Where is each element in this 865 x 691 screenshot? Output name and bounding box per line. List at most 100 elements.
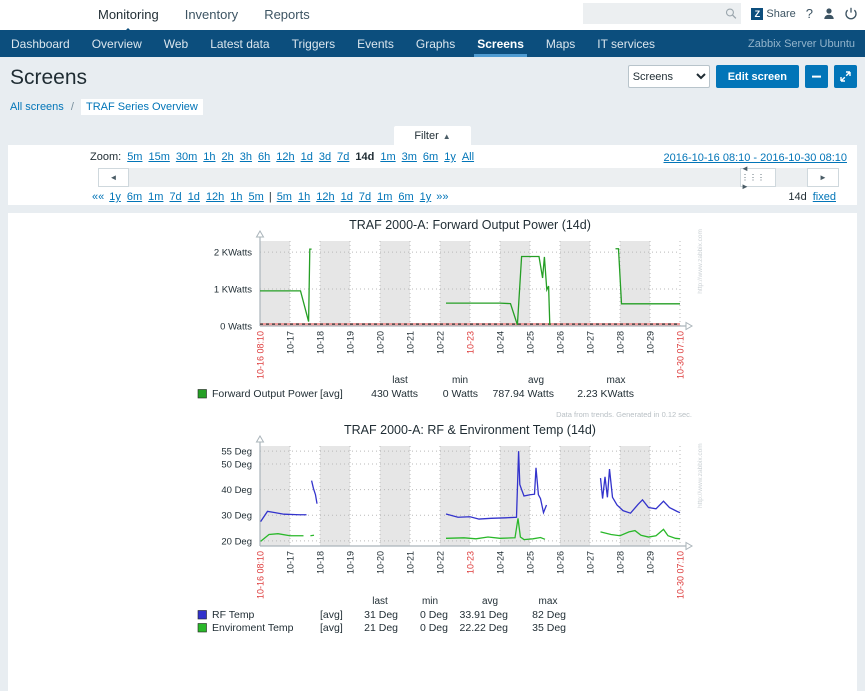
screens-select[interactable]: Screens [627, 65, 710, 88]
user-icon[interactable] [823, 7, 835, 20]
zoom-all[interactable]: All [462, 151, 474, 163]
svg-text:55 Deg: 55 Deg [221, 447, 252, 458]
graph-canvas-forward-output-power[interactable]: TRAF 2000-A: Forward Output Power (14d) 0… [8, 213, 857, 418]
zoom-3m[interactable]: 3m [402, 151, 417, 163]
svg-text:0 Deg: 0 Deg [420, 622, 448, 634]
breadcrumb-all-screens[interactable]: All screens [10, 101, 64, 113]
nav-back-1y[interactable]: 1y [109, 191, 121, 203]
svg-text:TRAF 2000-A: RF & Environment: TRAF 2000-A: RF & Environment Temp (14d) [344, 423, 596, 437]
slider-grip[interactable]: ◄ ⋮⋮⋮ ► [740, 164, 776, 191]
graph-forward-output-power[interactable]: TRAF 2000-A: Forward Output Power (14d) 0… [8, 213, 857, 418]
svg-text:787.94 Watts: 787.94 Watts [493, 388, 554, 400]
nav-it-services[interactable]: IT services [586, 30, 666, 57]
svg-text:Enviroment Temp: Enviroment Temp [212, 622, 294, 634]
share-button[interactable]: Z Share [751, 7, 796, 20]
edit-screen-button[interactable]: Edit screen [715, 65, 799, 88]
zoom-5m[interactable]: 5m [127, 151, 142, 163]
zoom-1y[interactable]: 1y [444, 151, 456, 163]
global-nav-reports[interactable]: Reports [262, 3, 312, 28]
zoom-3h[interactable]: 3h [240, 151, 252, 163]
nav-graphs[interactable]: Graphs [405, 30, 466, 57]
svg-text:TRAF 2000-A: Forward Output Po: TRAF 2000-A: Forward Output Power (14d) [349, 218, 591, 232]
nav-fwd-7d[interactable]: 7d [359, 191, 371, 203]
breadcrumb-current[interactable]: TRAF Series Overview [80, 99, 203, 115]
power-icon[interactable] [845, 7, 857, 20]
slider-left-handle[interactable]: ◄ [98, 168, 129, 187]
nav-fwd-1y[interactable]: 1y [420, 191, 432, 203]
svg-text:2 KWatts: 2 KWatts [214, 248, 252, 259]
help-icon[interactable]: ? [806, 7, 813, 20]
nav-first[interactable]: «« [92, 191, 104, 203]
svg-text:http://www.zabbix.com: http://www.zabbix.com [697, 229, 704, 294]
zoom-6h[interactable]: 6h [258, 151, 270, 163]
nav-back-7d[interactable]: 7d [169, 191, 181, 203]
svg-text:10-30 07:10: 10-30 07:10 [676, 551, 686, 599]
filter-tab[interactable]: Filter ▲ [394, 126, 471, 145]
nav-fwd-12h[interactable]: 12h [316, 191, 334, 203]
top-bar-actions: Z Share ? [583, 3, 857, 24]
global-nav: Monitoring Inventory Reports [96, 0, 312, 30]
svg-text:10-21: 10-21 [406, 551, 416, 574]
svg-text:10-19: 10-19 [346, 331, 356, 354]
svg-text:Forward Output Power: Forward Output Power [212, 388, 318, 400]
date-range-label[interactable]: 2016-10-16 08:10 - 2016-10-30 08:10 [664, 152, 847, 164]
nav-fwd-5m[interactable]: 5m [277, 191, 292, 203]
nav-back-6m[interactable]: 6m [127, 191, 142, 203]
nav-fwd-1m[interactable]: 1m [377, 191, 392, 203]
nav-maps[interactable]: Maps [535, 30, 586, 57]
nav-events[interactable]: Events [346, 30, 405, 57]
nav-fwd-6m[interactable]: 6m [398, 191, 413, 203]
svg-text:20 Deg: 20 Deg [221, 536, 252, 547]
search-box[interactable] [583, 3, 742, 24]
filter-tab-row: Filter ▲ [8, 126, 857, 145]
svg-text:10-22: 10-22 [436, 551, 446, 574]
nav-back-5m[interactable]: 5m [249, 191, 264, 203]
global-nav-inventory[interactable]: Inventory [183, 3, 240, 28]
nav-overview[interactable]: Overview [81, 30, 153, 57]
global-nav-monitoring[interactable]: Monitoring [96, 3, 161, 28]
zoom-3d[interactable]: 3d [319, 151, 331, 163]
zoom-30m[interactable]: 30m [176, 151, 197, 163]
zoom-7d[interactable]: 7d [337, 151, 349, 163]
svg-text:Data from trends. Generated in: Data from trends. Generated in 0.12 sec. [556, 410, 692, 418]
graph-rf-environment-temp[interactable]: TRAF 2000-A: RF & Environment Temp (14d)… [8, 418, 857, 643]
nav-back-1m[interactable]: 1m [148, 191, 163, 203]
filter-body: Zoom: 5m 15m 30m 1h 2h 3h 6h 12h 1d 3d 7d 14d 1m 3m 6m 1… [8, 145, 857, 205]
nav-fwd-1d[interactable]: 1d [341, 191, 353, 203]
search-input[interactable] [589, 6, 726, 21]
nav-fwd-1h[interactable]: 1h [298, 191, 310, 203]
nav-latest-data[interactable]: Latest data [199, 30, 280, 57]
nav-screens[interactable]: Screens [466, 30, 535, 57]
nav-triggers[interactable]: Triggers [281, 30, 347, 57]
svg-text:min: min [422, 596, 438, 607]
fixed-toggle[interactable]: fixed [813, 191, 836, 203]
zoom-14d-selected[interactable]: 14d [355, 151, 374, 163]
minimize-button[interactable] [805, 65, 828, 88]
time-slider[interactable]: ◄ ◄ ⋮⋮⋮ ► ► [98, 164, 839, 191]
svg-text:avg: avg [482, 596, 498, 607]
nav-last[interactable]: »» [436, 191, 448, 203]
zoom-1d[interactable]: 1d [301, 151, 313, 163]
zoom-6m[interactable]: 6m [423, 151, 438, 163]
svg-text:0 Watts: 0 Watts [220, 322, 252, 333]
svg-text:[avg]: [avg] [320, 622, 343, 634]
zoom-15m[interactable]: 15m [148, 151, 169, 163]
nav-back-1d[interactable]: 1d [188, 191, 200, 203]
nav-dashboard[interactable]: Dashboard [0, 30, 81, 57]
svg-text:31 Deg: 31 Deg [364, 609, 398, 621]
svg-text:max: max [607, 375, 626, 386]
fullscreen-button[interactable] [834, 65, 857, 88]
svg-text:10-29: 10-29 [646, 331, 656, 354]
nav-web[interactable]: Web [153, 30, 199, 57]
nav-back-1h[interactable]: 1h [230, 191, 242, 203]
graph-canvas-rf-environment-temp[interactable]: TRAF 2000-A: RF & Environment Temp (14d)… [8, 418, 857, 643]
zoom-1h[interactable]: 1h [203, 151, 215, 163]
svg-text:10-21: 10-21 [406, 331, 416, 354]
zoom-12h[interactable]: 12h [276, 151, 294, 163]
chevron-up-icon: ▲ [442, 132, 451, 141]
filter-panel: Filter ▲ Zoom: 5m 15m 30m 1h 2h 3h 6h 12h 1d 3d 7d 14… [0, 122, 865, 205]
zoom-1m[interactable]: 1m [380, 151, 395, 163]
nav-back-12h[interactable]: 12h [206, 191, 224, 203]
slider-right-handle[interactable]: ► [807, 168, 839, 187]
zoom-2h[interactable]: 2h [222, 151, 234, 163]
